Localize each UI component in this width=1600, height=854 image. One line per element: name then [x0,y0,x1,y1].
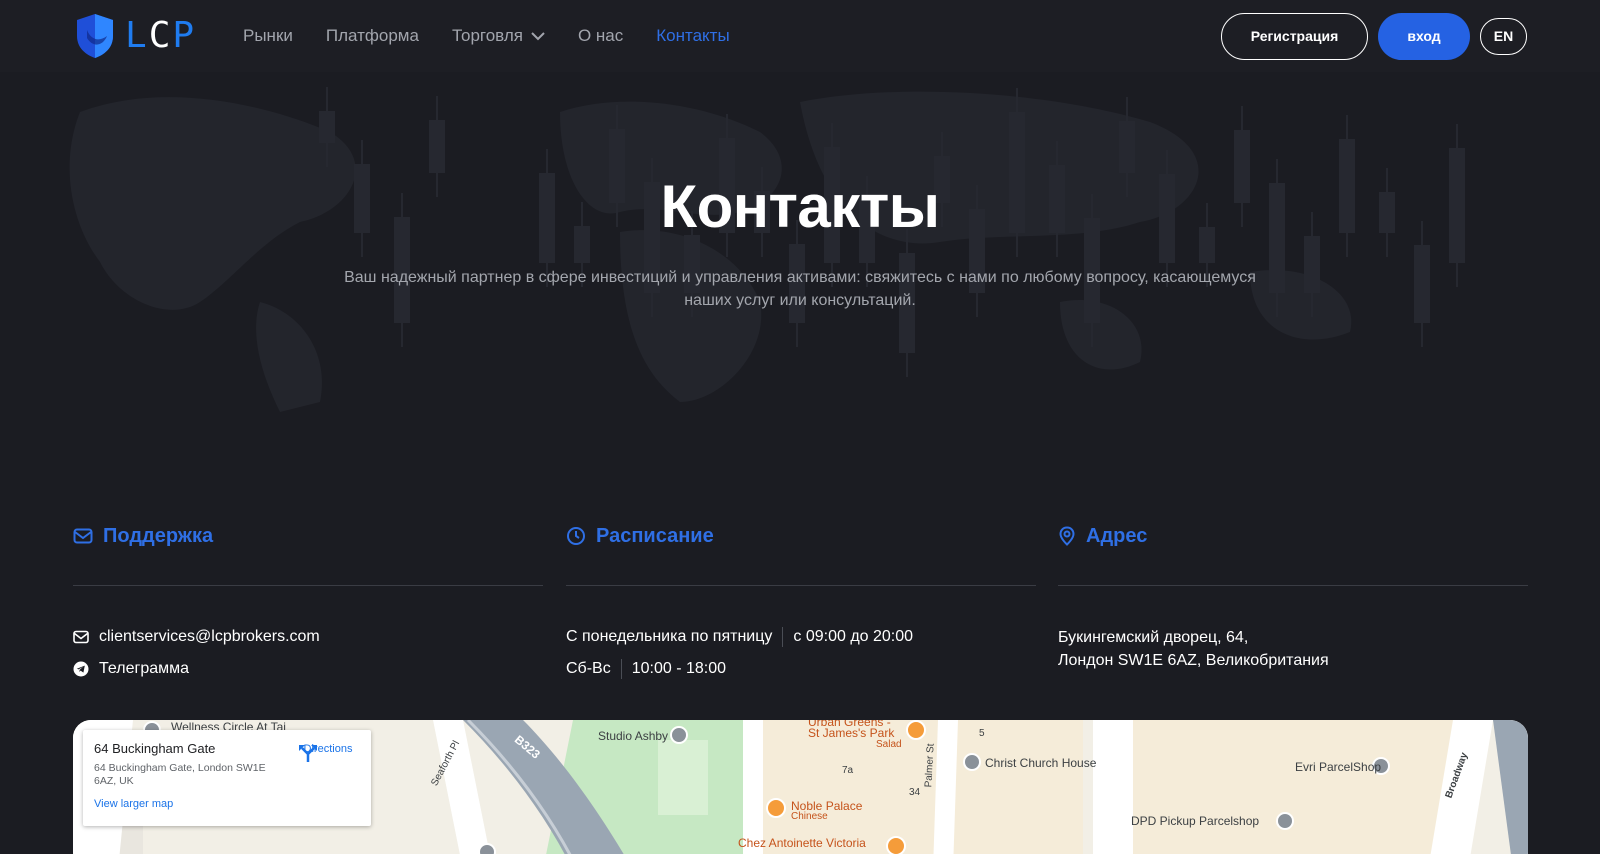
clock-icon [567,527,585,545]
language-button[interactable]: EN [1480,17,1527,55]
weekend-hours: 10:00 - 18:00 [631,660,727,677]
map-label: 5 [979,728,985,739]
map-label: Chez Antoinette Victoria [738,836,866,850]
candle-body [429,120,445,173]
mail-icon [73,630,89,644]
page-title: Контакты [660,173,940,240]
address-line-2: Лондон SW1E 6AZ, Великобритания [1058,652,1329,669]
weekend-label: Сб-Вс [566,660,611,677]
hero-background-chart [69,87,1465,412]
address-column: Адрес Букингемский дворец, 64, Лондон SW… [1058,520,1528,672]
map-label: Studio Ashby [598,729,669,743]
nav-item-about[interactable]: О нас [578,26,623,46]
address-text: Букингемский дворец, 64, Лондон SW1E 6AZ… [1058,626,1528,672]
login-button[interactable]: вход [1378,12,1470,60]
support-email-row[interactable]: clientservices@lcpbrokers.com [73,626,543,648]
map-place-address: 64 Buckingham Gate, London SW1E 6AZ, UK [94,762,266,787]
support-header: Поддержка [73,520,543,552]
site-header: LCP Рынки Платформа Торговля О нас Конта… [0,0,1600,72]
weekdays-label: С понедельника по пятницу [566,628,773,645]
divider [73,585,543,586]
main-nav: Рынки Платформа Торговля О нас Контакты [243,26,763,46]
view-larger-map-link[interactable]: View larger map [94,798,360,810]
schedule-header: Расписание [566,520,1036,552]
schedule-column: Расписание С понедельника по пятницу с 0… [566,520,1036,680]
divider [1058,585,1528,586]
separator [782,627,784,647]
map-label: Evri ParcelShop [1295,760,1382,774]
candle-body [319,111,335,143]
map-label: Chinese [791,811,828,822]
embedded-map[interactable]: Wellness Circle At Tai Studio Ashby Urba… [73,720,1528,854]
address-title: Адрес [1086,524,1148,547]
directions-button[interactable]: Directions [297,743,359,762]
map-info-card: 64 Buckingham Gate 64 Buckingham Gate, L… [83,730,371,826]
support-telegram-row[interactable]: Телеграмма [73,658,543,680]
schedule-weekend-row: Сб-Вс 10:00 - 18:00 [566,658,1036,680]
header-actions: Регистрация вход EN [1221,12,1527,60]
hero-section: Контакты Ваш надежный партнер в сфере ин… [0,72,1600,412]
page-subtitle: Ваш надежный партнер в сфере инвестиций … [344,269,1256,309]
support-email-link[interactable]: clientservices@lcpbrokers.com [99,628,320,646]
nav-item-markets[interactable]: Рынки [243,26,293,46]
telegram-icon [73,661,89,677]
candle-body [1304,236,1320,293]
map-label: 7a [842,765,854,776]
support-telegram-link[interactable]: Телеграмма [99,660,189,678]
map-label: Palmer St [923,743,937,788]
map-label: DPD Pickup Parcelshop [1131,814,1260,828]
logo-text: LCP [125,15,197,56]
support-column: Поддержка clientservices@lcpbrokers.com … [73,520,543,680]
shield-logo-icon [77,14,113,58]
schedule-title: Расписание [596,524,714,547]
schedule-weekdays-row: С понедельника по пятницу с 09:00 до 20:… [566,626,1036,648]
separator [620,659,622,679]
location-pin-icon [1059,526,1075,546]
nav-item-trading[interactable]: Торговля [452,26,545,46]
map-label: Salad [876,739,902,750]
support-title: Поддержка [103,524,214,547]
logo[interactable]: LCP [73,12,209,60]
nav-item-platform[interactable]: Платформа [326,26,419,46]
candle-body [1414,245,1430,323]
address-line-1: Букингемский дворец, 64, [1058,629,1249,646]
divider [566,585,1036,586]
nav-item-contacts[interactable]: Контакты [656,26,729,46]
map-label: 34 [909,787,921,798]
chevron-down-icon [531,32,545,41]
candle-body [1119,121,1135,173]
mail-icon [73,528,93,544]
map-label: St James's Park [808,726,895,740]
register-button[interactable]: Регистрация [1221,12,1368,60]
map-label: Christ Church House [985,756,1097,770]
address-header: Адрес [1058,520,1528,552]
directions-icon [299,745,317,762]
weekdays-hours: с 09:00 до 20:00 [793,628,914,645]
